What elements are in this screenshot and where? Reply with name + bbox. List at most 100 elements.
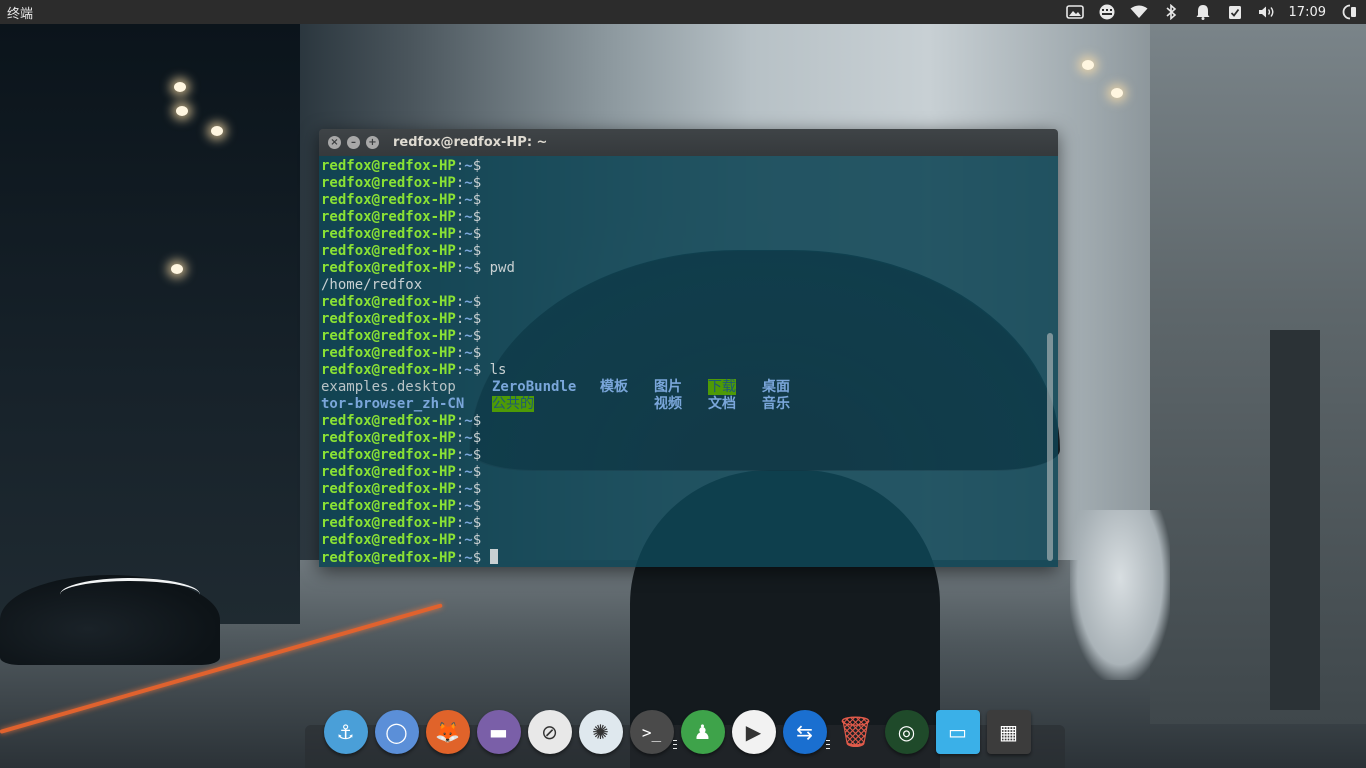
minimize-icon[interactable]: – xyxy=(347,136,360,149)
active-app-name[interactable]: 终端 xyxy=(0,3,33,22)
prompt-line: redfox@redfox-HP:~$ xyxy=(321,311,1044,328)
media-player-icon[interactable]: ▶ xyxy=(731,710,776,754)
prompt-line: redfox@redfox-HP:~$ xyxy=(321,447,1044,464)
dock-item[interactable]: 🦊 xyxy=(422,708,473,756)
prompt-line: redfox@redfox-HP:~$ xyxy=(321,464,1044,481)
dock-item[interactable]: ▦ xyxy=(983,708,1034,756)
directory-name: tor-browser_zh-CN xyxy=(321,396,465,412)
wallpaper-building-right xyxy=(1150,24,1366,724)
dock-item[interactable]: >_ xyxy=(626,708,677,756)
dock-item[interactable]: ⇆ xyxy=(779,708,830,756)
clock[interactable]: 17:09 xyxy=(1283,5,1334,20)
prompt-dollar: $ xyxy=(472,260,482,276)
system-lock-icon[interactable]: ♟ xyxy=(680,710,725,754)
dock-item[interactable]: ⚓ xyxy=(320,708,371,756)
prompt-path: ~ xyxy=(464,430,473,446)
terminal-icon[interactable]: >_ xyxy=(629,710,674,754)
dock-item[interactable]: ◯ xyxy=(371,708,422,756)
prompt-user-host: redfox@redfox-HP xyxy=(321,532,456,548)
prompt-path: ~ xyxy=(464,447,473,463)
terminal-scrollbar[interactable] xyxy=(1047,333,1053,561)
prompt-dollar: $ xyxy=(472,175,482,191)
ls-entry: 图片 xyxy=(654,379,708,396)
dock-item[interactable]: ✺ xyxy=(575,708,626,756)
screenshot-icon[interactable] xyxy=(1059,0,1091,24)
chromium-icon[interactable]: ◯ xyxy=(374,710,419,754)
maximize-icon[interactable]: + xyxy=(366,136,379,149)
files-icon[interactable]: ▬ xyxy=(476,710,521,754)
terminal-title: redfox@redfox-HP: ~ xyxy=(393,135,548,150)
teamviewer-icon[interactable]: ⇆ xyxy=(782,710,827,754)
prompt-dollar: $ xyxy=(472,413,482,429)
prompt-user-host: redfox@redfox-HP xyxy=(321,328,456,344)
workspaces-icon[interactable]: ▦ xyxy=(986,710,1031,754)
firefox-icon[interactable]: 🦊 xyxy=(425,710,470,754)
prompt-path: ~ xyxy=(464,260,473,276)
ls-output-row: examples.desktop ZeroBundle 模板 图片 下载 桌面 xyxy=(321,379,1044,396)
ls-entry: 文档 xyxy=(708,396,762,413)
prompt-path: ~ xyxy=(464,294,473,310)
prompt-dollar: $ xyxy=(472,550,482,566)
prompt-line: redfox@redfox-HP:~$ xyxy=(321,430,1044,447)
dock-item[interactable]: ▭ xyxy=(932,708,983,756)
prompt-user-host: redfox@redfox-HP xyxy=(321,413,456,429)
dock-item[interactable]: ♟ xyxy=(677,708,728,756)
volume-icon[interactable] xyxy=(1251,0,1283,24)
directory-name: 图片 xyxy=(654,379,682,395)
prompt-line: redfox@redfox-HP:~$ xyxy=(321,413,1044,430)
directory-name: 音乐 xyxy=(762,396,790,412)
prompt-path: ~ xyxy=(464,175,473,191)
prompt-line: redfox@redfox-HP:~$ pwd xyxy=(321,260,1044,277)
directory-name: 文档 xyxy=(708,396,736,412)
dock-item[interactable]: ⊘ xyxy=(524,708,575,756)
prompt-line: redfox@redfox-HP:~$ xyxy=(321,498,1044,515)
terminal-body[interactable]: redfox@redfox-HP:~$ redfox@redfox-HP:~$ re… xyxy=(319,156,1058,567)
checklist-icon[interactable] xyxy=(1219,0,1251,24)
display-icon[interactable]: ▭ xyxy=(935,710,980,754)
terminal-output[interactable]: redfox@redfox-HP:~$ redfox@redfox-HP:~$ re… xyxy=(321,158,1044,566)
top-panel: 终端 17:09 xyxy=(0,0,1366,24)
prompt-path: ~ xyxy=(464,481,473,497)
prompt-path: ~ xyxy=(464,209,473,225)
prompt-dollar: $ xyxy=(472,362,482,378)
bluetooth-icon[interactable] xyxy=(1155,0,1187,24)
prompt-dollar: $ xyxy=(472,498,482,514)
trash-icon[interactable]: 🗑 xyxy=(834,710,878,754)
prompt-user-host: redfox@redfox-HP xyxy=(321,362,456,378)
wifi-icon[interactable] xyxy=(1123,0,1155,24)
prompt-dollar: $ xyxy=(472,209,482,225)
terminal-titlebar[interactable]: × – + redfox@redfox-HP: ~ xyxy=(319,129,1058,156)
shutter-icon[interactable]: ✺ xyxy=(578,710,623,754)
prompt-path: ~ xyxy=(464,362,473,378)
ls-output-row: tor-browser_zh-CN 公共的 视频 文档 音乐 xyxy=(321,396,1044,413)
prompt-dollar: $ xyxy=(472,311,482,327)
dock-item[interactable]: ▶ xyxy=(728,708,779,756)
keyboard-icon[interactable] xyxy=(1091,0,1123,24)
prompt-dollar: $ xyxy=(472,294,482,310)
wallpaper-pedestrians xyxy=(1070,510,1170,680)
prompt-line: redfox@redfox-HP:~$ xyxy=(321,481,1044,498)
prompt-user-host: redfox@redfox-HP xyxy=(321,430,456,446)
settings-toggle-icon[interactable]: ⊘ xyxy=(527,710,572,754)
terminal-window[interactable]: × – + redfox@redfox-HP: ~ redfox@redfox-… xyxy=(319,129,1058,567)
prompt-line: redfox@redfox-HP:~$ xyxy=(321,175,1044,192)
radar-icon[interactable]: ◎ xyxy=(884,710,929,754)
close-icon[interactable]: × xyxy=(328,136,341,149)
prompt-line: redfox@redfox-HP:~$ xyxy=(321,294,1044,311)
prompt-dollar: $ xyxy=(472,464,482,480)
prompt-dollar: $ xyxy=(472,532,482,548)
prompt-dollar: $ xyxy=(472,192,482,208)
dock-item[interactable]: ◎ xyxy=(881,708,932,756)
power-icon[interactable] xyxy=(1334,0,1366,24)
prompt-dollar: $ xyxy=(472,158,482,174)
dock-item[interactable]: ▬ xyxy=(473,708,524,756)
notification-bell-icon[interactable] xyxy=(1187,0,1219,24)
prompt-dollar: $ xyxy=(472,226,482,242)
ls-entry: 桌面 xyxy=(762,379,816,396)
prompt-path: ~ xyxy=(464,158,473,174)
prompt-line: redfox@redfox-HP:~$ xyxy=(321,532,1044,549)
dock-item[interactable]: 🗑 xyxy=(830,708,881,756)
prompt-line: redfox@redfox-HP:~$ xyxy=(321,158,1044,175)
prompt-user-host: redfox@redfox-HP xyxy=(321,311,456,327)
anchor-launcher-icon[interactable]: ⚓ xyxy=(323,710,368,754)
